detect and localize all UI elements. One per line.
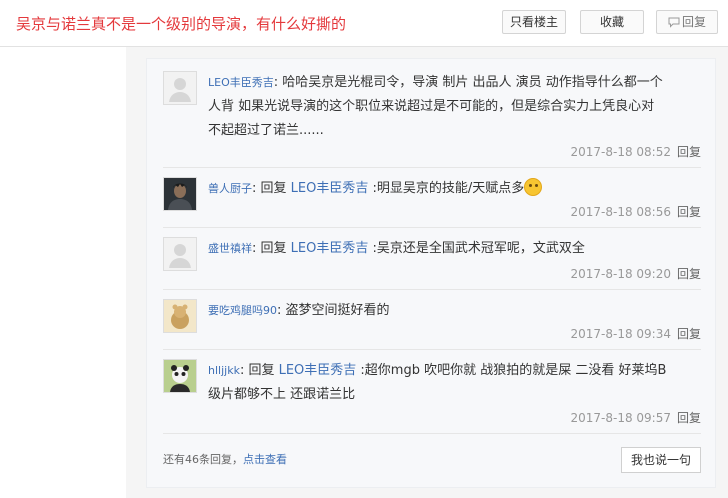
reply-text: :明显吴京的技能/天赋点多	[368, 181, 525, 196]
reply-meta: 2017-8-18 08:56 回复	[570, 203, 701, 220]
avatar[interactable]	[163, 71, 197, 105]
favorite-button[interactable]: 收藏	[580, 10, 644, 34]
reply-button-label: 回复	[681, 15, 706, 29]
more-replies-count: 还有46条回复，	[163, 453, 243, 466]
reply-prefix: : 回复	[252, 181, 291, 196]
only-op-button[interactable]: 只看楼主	[502, 10, 566, 34]
default-avatar-icon	[164, 72, 196, 104]
reply-text: 级片都够不上 还跟诺兰比	[208, 387, 356, 402]
username-link[interactable]: 盛世禛祥	[208, 242, 252, 255]
separator: :	[273, 75, 283, 90]
reply-text: 盗梦空间挺好看的	[285, 303, 390, 318]
mention-link[interactable]: LEO丰臣秀吉	[279, 363, 357, 378]
username-link[interactable]: hlljjkk	[208, 364, 240, 377]
avatar-image-icon	[164, 178, 196, 210]
reply-content: 要吃鸡腿吗90: 盗梦空间挺好看的	[208, 299, 698, 323]
list-item: 要吃鸡腿吗90: 盗梦空间挺好看的 2017-8-18 09:34 回复	[163, 299, 701, 350]
username-link[interactable]: 兽人厨子	[208, 182, 252, 195]
reply-link[interactable]: 回复	[677, 327, 701, 341]
reply-content: LEO丰臣秀吉: 哈哈吴京是光棍司令，导演 制片 出品人 演员 动作指导什么都一…	[208, 71, 698, 143]
reply-meta: 2017-8-18 08:52 回复	[570, 143, 701, 160]
thread-title: 吴京与诺兰真不是一个级别的导演，有什么好撕的	[16, 15, 347, 33]
list-item: hlljjkk: 回复 LEO丰臣秀吉 :超你mgb 吹吧你就 战狼拍的就是屎 …	[163, 359, 701, 434]
timestamp: 2017-8-18 08:52	[570, 145, 671, 159]
sub-reply-panel: LEO丰臣秀吉: 哈哈吴京是光棍司令，导演 制片 出品人 演员 动作指导什么都一…	[146, 58, 716, 488]
avatar-image-icon	[164, 360, 196, 392]
reply-meta: 2017-8-18 09:57 回复	[570, 409, 701, 426]
avatar[interactable]	[163, 177, 197, 211]
reply-meta: 2017-8-18 09:20 回复	[570, 265, 701, 282]
reply-button[interactable]: 回复	[656, 10, 718, 34]
comment-icon	[668, 17, 680, 28]
view-more-link[interactable]: 点击查看	[243, 453, 287, 466]
avatar-image-icon	[164, 300, 196, 332]
reply-link[interactable]: 回复	[677, 145, 701, 159]
reply-content: 盛世禛祥: 回复 LEO丰臣秀吉 :吴京还是全国武术冠军呢，文武双全	[208, 237, 698, 261]
reply-link[interactable]: 回复	[677, 205, 701, 219]
avatar[interactable]	[163, 299, 197, 333]
timestamp: 2017-8-18 09:57	[570, 411, 671, 425]
left-column	[0, 47, 126, 498]
list-item: 盛世禛祥: 回复 LEO丰臣秀吉 :吴京还是全国武术冠军呢，文武双全 2017-…	[163, 237, 701, 290]
more-replies-text: 还有46条回复，点击查看	[163, 451, 287, 467]
mention-link[interactable]: LEO丰臣秀吉	[291, 241, 369, 256]
reply-text: :超你mgb 吹吧你就 战狼拍的就是屎 二没看 好莱坞B	[356, 363, 667, 378]
avatar[interactable]	[163, 359, 197, 393]
say-something-button[interactable]: 我也说一句	[621, 447, 701, 473]
separator: :	[277, 303, 286, 318]
reply-text: 人背 如果光说导演的这个职位来说超过是不可能的，但是综合实力上凭良心对	[208, 99, 655, 114]
timestamp: 2017-8-18 09:20	[570, 267, 671, 281]
username-link[interactable]: LEO丰臣秀吉	[208, 76, 274, 89]
emoji-icon	[524, 178, 543, 196]
reply-link[interactable]: 回复	[677, 267, 701, 281]
reply-meta: 2017-8-18 09:34 回复	[570, 325, 701, 342]
list-item: LEO丰臣秀吉: 哈哈吴京是光棍司令，导演 制片 出品人 演员 动作指导什么都一…	[163, 71, 701, 168]
timestamp: 2017-8-18 08:56	[570, 205, 671, 219]
reply-prefix: : 回复	[239, 363, 279, 378]
username-link[interactable]: 要吃鸡腿吗90	[208, 304, 277, 317]
reply-link[interactable]: 回复	[677, 411, 701, 425]
reply-text: :吴京还是全国武术冠军呢，文武双全	[368, 241, 585, 256]
mention-link[interactable]: LEO丰臣秀吉	[291, 181, 369, 196]
default-avatar-icon	[164, 238, 196, 270]
reply-text: 不起超过了诺兰......	[208, 123, 324, 138]
timestamp: 2017-8-18 09:34	[570, 327, 671, 341]
topbar: 吴京与诺兰真不是一个级别的导演，有什么好撕的 只看楼主 收藏 回复	[0, 0, 728, 47]
reply-content: hlljjkk: 回复 LEO丰臣秀吉 :超你mgb 吹吧你就 战狼拍的就是屎 …	[208, 359, 698, 407]
list-item: 兽人厨子: 回复 LEO丰臣秀吉 :明显吴京的技能/天赋点多 2017-8-18…	[163, 177, 701, 228]
reply-prefix: : 回复	[252, 241, 291, 256]
reply-content: 兽人厨子: 回复 LEO丰臣秀吉 :明显吴京的技能/天赋点多	[208, 177, 698, 201]
avatar[interactable]	[163, 237, 197, 271]
reply-text: 哈哈吴京是光棍司令，导演 制片 出品人 演员 动作指导什么都一个	[282, 75, 663, 90]
